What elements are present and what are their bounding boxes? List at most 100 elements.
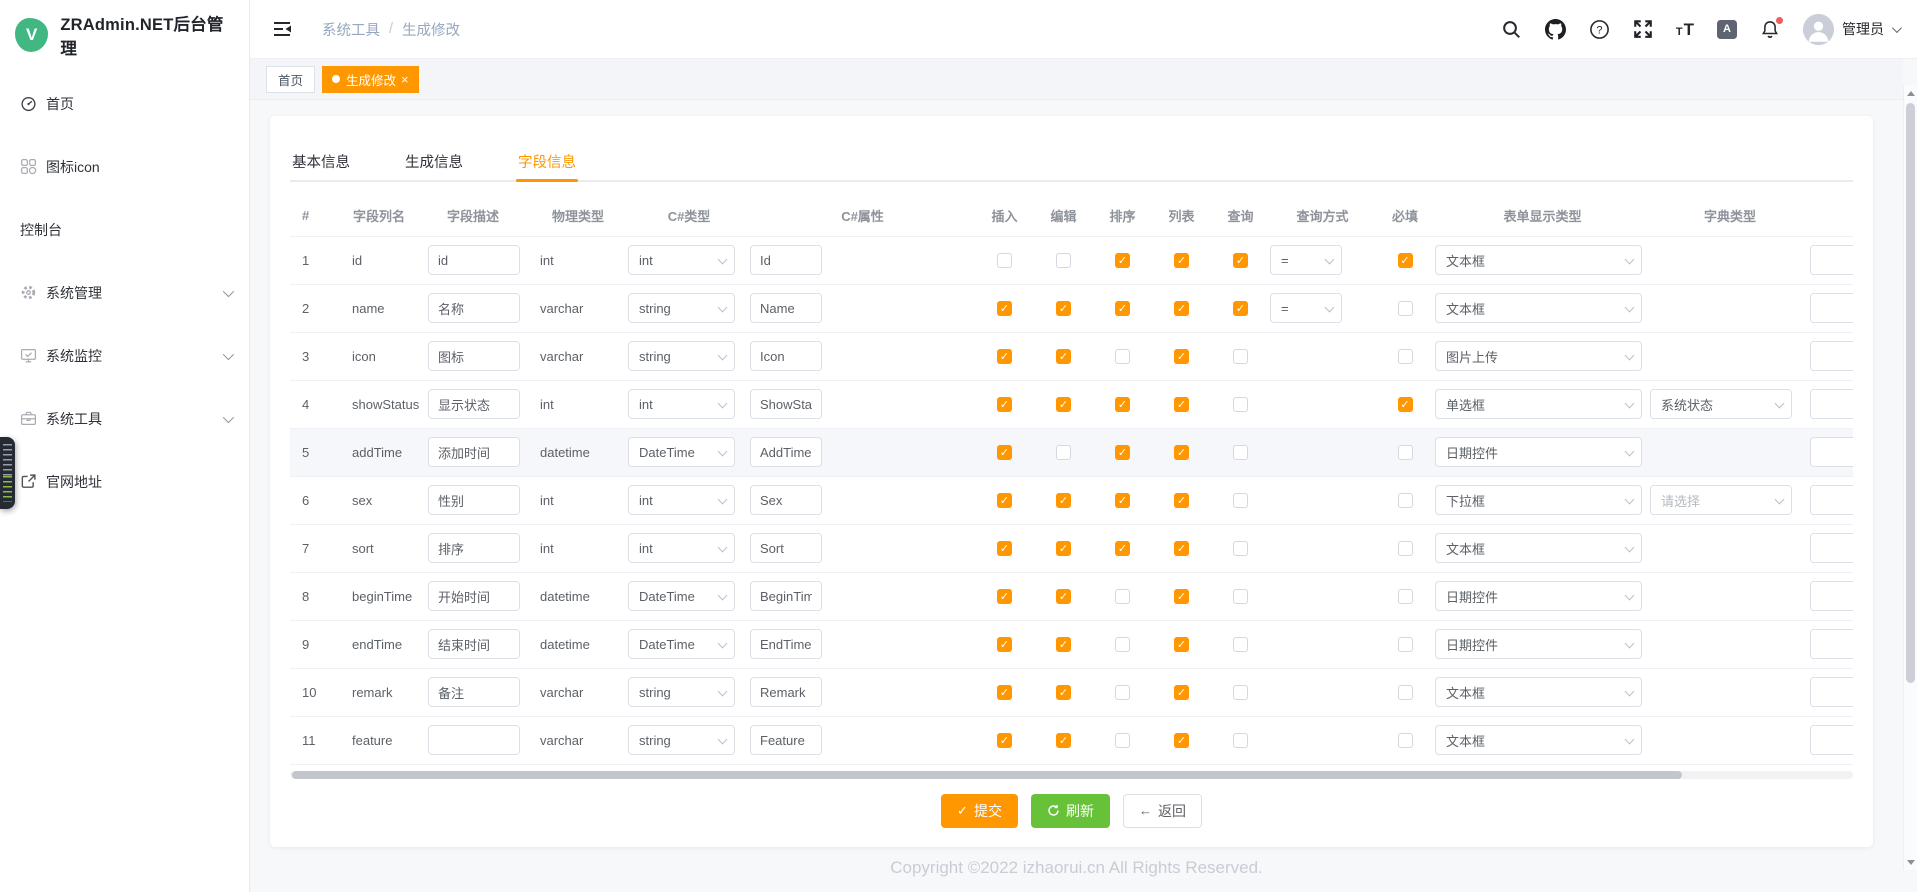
edit-checkbox[interactable] xyxy=(1056,301,1071,316)
required-checkbox[interactable] xyxy=(1398,445,1413,460)
sidebar-item-system-admin[interactable]: 系统管理 xyxy=(0,261,249,324)
breadcrumb-item[interactable]: 系统工具 xyxy=(322,19,380,40)
cs-type-select[interactable]: DateTime xyxy=(628,629,735,659)
query-checkbox[interactable] xyxy=(1233,685,1248,700)
sort-checkbox[interactable] xyxy=(1115,445,1130,460)
description-input[interactable] xyxy=(428,629,520,659)
description-input[interactable] xyxy=(428,725,520,755)
cs-property-input[interactable] xyxy=(750,389,822,419)
required-checkbox[interactable] xyxy=(1398,301,1413,316)
tag-home[interactable]: 首页 xyxy=(266,66,315,93)
display-type-select[interactable]: 文本框 xyxy=(1435,533,1642,563)
vertical-scrollbar[interactable] xyxy=(1903,85,1917,870)
tab-generate-info[interactable]: 生成信息 xyxy=(405,142,463,180)
cs-type-select[interactable]: string xyxy=(628,677,735,707)
sidebar-item-site-link[interactable]: 官网地址 xyxy=(0,450,249,513)
back-button[interactable]: ← 返回 xyxy=(1123,794,1202,828)
list-checkbox[interactable] xyxy=(1174,493,1189,508)
github-icon[interactable] xyxy=(1545,19,1566,40)
query-checkbox[interactable] xyxy=(1233,589,1248,604)
clipped-input[interactable] xyxy=(1810,533,1853,563)
clipped-input[interactable] xyxy=(1810,725,1853,755)
scroll-up-arrow[interactable] xyxy=(1904,86,1917,100)
refresh-button[interactable]: 刷新 xyxy=(1031,794,1110,828)
list-checkbox[interactable] xyxy=(1174,733,1189,748)
description-input[interactable] xyxy=(428,341,520,371)
sort-checkbox[interactable] xyxy=(1115,733,1130,748)
submit-button[interactable]: ✓ 提交 xyxy=(941,794,1018,828)
user-menu[interactable]: 管理员 xyxy=(1803,14,1899,45)
display-type-select[interactable]: 单选框 xyxy=(1435,389,1642,419)
query-checkbox[interactable] xyxy=(1233,253,1248,268)
list-checkbox[interactable] xyxy=(1174,253,1189,268)
clipped-input[interactable] xyxy=(1810,581,1853,611)
sidebar-item-system-tools[interactable]: 系统工具 xyxy=(0,387,249,450)
cs-type-select[interactable]: int xyxy=(628,533,735,563)
description-input[interactable] xyxy=(428,581,520,611)
cs-property-input[interactable] xyxy=(750,341,822,371)
description-input[interactable] xyxy=(428,677,520,707)
edit-checkbox[interactable] xyxy=(1056,493,1071,508)
dict-type-select[interactable]: 系统状态 xyxy=(1650,389,1792,419)
required-checkbox[interactable] xyxy=(1398,685,1413,700)
edit-checkbox[interactable] xyxy=(1056,733,1071,748)
required-checkbox[interactable] xyxy=(1398,541,1413,556)
edit-checkbox[interactable] xyxy=(1056,445,1071,460)
display-type-select[interactable]: 日期控件 xyxy=(1435,437,1642,467)
description-input[interactable] xyxy=(428,293,520,323)
insert-checkbox[interactable] xyxy=(997,253,1012,268)
query-type-select[interactable]: = xyxy=(1270,245,1342,275)
query-checkbox[interactable] xyxy=(1233,541,1248,556)
clipped-input[interactable] xyxy=(1810,629,1853,659)
dict-type-select[interactable]: 请选择 xyxy=(1650,485,1792,515)
cs-property-input[interactable] xyxy=(750,629,822,659)
query-checkbox[interactable] xyxy=(1233,637,1248,652)
cs-type-select[interactable]: string xyxy=(628,293,735,323)
query-checkbox[interactable] xyxy=(1233,301,1248,316)
clipped-input[interactable] xyxy=(1810,293,1853,323)
close-icon[interactable]: × xyxy=(401,73,409,86)
insert-checkbox[interactable] xyxy=(997,637,1012,652)
required-checkbox[interactable] xyxy=(1398,349,1413,364)
horizontal-scrollbar-thumb[interactable] xyxy=(292,771,1682,779)
cs-type-select[interactable]: int xyxy=(628,389,735,419)
query-checkbox[interactable] xyxy=(1233,445,1248,460)
clipped-input[interactable] xyxy=(1810,341,1853,371)
description-input[interactable] xyxy=(428,485,520,515)
description-input[interactable] xyxy=(428,245,520,275)
cs-type-select[interactable]: string xyxy=(628,341,735,371)
cs-property-input[interactable] xyxy=(750,293,822,323)
cs-type-select[interactable]: DateTime xyxy=(628,581,735,611)
required-checkbox[interactable] xyxy=(1398,253,1413,268)
list-checkbox[interactable] xyxy=(1174,349,1189,364)
clipped-input[interactable] xyxy=(1810,389,1853,419)
query-checkbox[interactable] xyxy=(1233,493,1248,508)
description-input[interactable] xyxy=(428,389,520,419)
list-checkbox[interactable] xyxy=(1174,301,1189,316)
cs-property-input[interactable] xyxy=(750,533,822,563)
cs-property-input[interactable] xyxy=(750,485,822,515)
list-checkbox[interactable] xyxy=(1174,541,1189,556)
query-type-select[interactable]: = xyxy=(1270,293,1342,323)
cs-type-select[interactable]: int xyxy=(628,485,735,515)
sidebar-collapse-icon[interactable] xyxy=(272,19,292,39)
display-type-select[interactable]: 日期控件 xyxy=(1435,629,1642,659)
insert-checkbox[interactable] xyxy=(997,349,1012,364)
query-checkbox[interactable] xyxy=(1233,349,1248,364)
cs-property-input[interactable] xyxy=(750,677,822,707)
sort-checkbox[interactable] xyxy=(1115,349,1130,364)
edit-checkbox[interactable] xyxy=(1056,253,1071,268)
list-checkbox[interactable] xyxy=(1174,589,1189,604)
list-checkbox[interactable] xyxy=(1174,637,1189,652)
sidebar-item-home[interactable]: 首页 xyxy=(0,72,249,135)
settings-drawer-handle[interactable] xyxy=(0,437,15,509)
list-checkbox[interactable] xyxy=(1174,445,1189,460)
search-icon[interactable] xyxy=(1501,19,1522,40)
sort-checkbox[interactable] xyxy=(1115,301,1130,316)
required-checkbox[interactable] xyxy=(1398,397,1413,412)
translate-icon[interactable]: A xyxy=(1717,20,1737,39)
display-type-select[interactable]: 下拉框 xyxy=(1435,485,1642,515)
sidebar-item-icons[interactable]: 图标icon xyxy=(0,135,249,198)
insert-checkbox[interactable] xyxy=(997,397,1012,412)
insert-checkbox[interactable] xyxy=(997,301,1012,316)
